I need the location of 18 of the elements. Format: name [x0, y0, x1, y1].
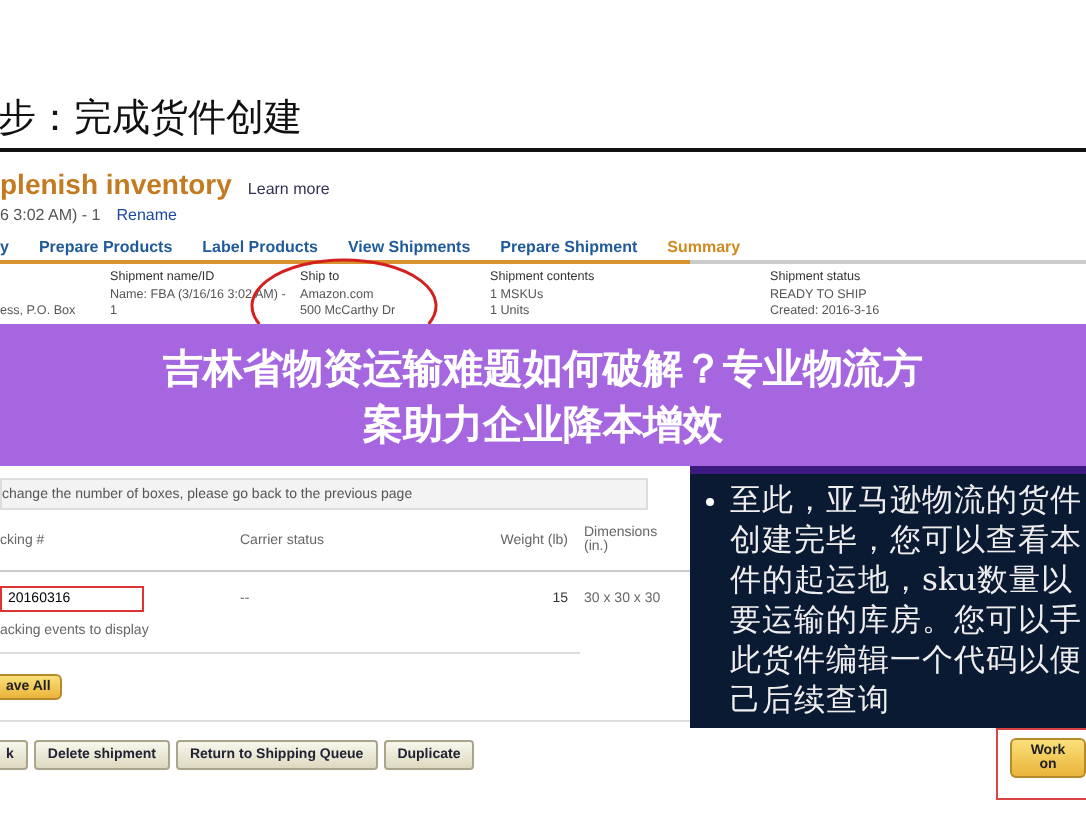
callout-text: 此货件编辑一个代码以便: [730, 640, 1082, 680]
bullet-icon: [706, 498, 714, 506]
workflow-tab[interactable]: View Shipments: [347, 237, 471, 255]
rename-link[interactable]: Rename: [116, 205, 177, 223]
callout-text: 创建完毕，您可以查看本: [730, 520, 1082, 560]
callout-text: 至此，亚马逊物流的货件: [730, 480, 1082, 520]
banner-title: 案助力企业降本增效: [363, 397, 723, 451]
shipment-subtitle: 6 3:02 AM) - 1: [0, 205, 101, 223]
workflow-tab[interactable]: Prepare Shipment: [500, 237, 638, 255]
callout-text: 己后续查询: [730, 680, 892, 720]
workflow-tab[interactable]: y: [0, 237, 9, 255]
banner-title: 吉林省物资运输难题如何破解？专业物流方: [163, 341, 923, 395]
callout-text: 件的起运地，sku数量以: [730, 560, 1075, 600]
workflow-tab[interactable]: Label Products: [202, 237, 318, 255]
page-title: plenish inventory: [0, 168, 232, 200]
workflow-tab[interactable]: Prepare Products: [38, 237, 173, 255]
learn-more-link[interactable]: Learn more: [247, 180, 330, 198]
callout-text: 要运输的库房。您可以手: [730, 600, 1082, 640]
